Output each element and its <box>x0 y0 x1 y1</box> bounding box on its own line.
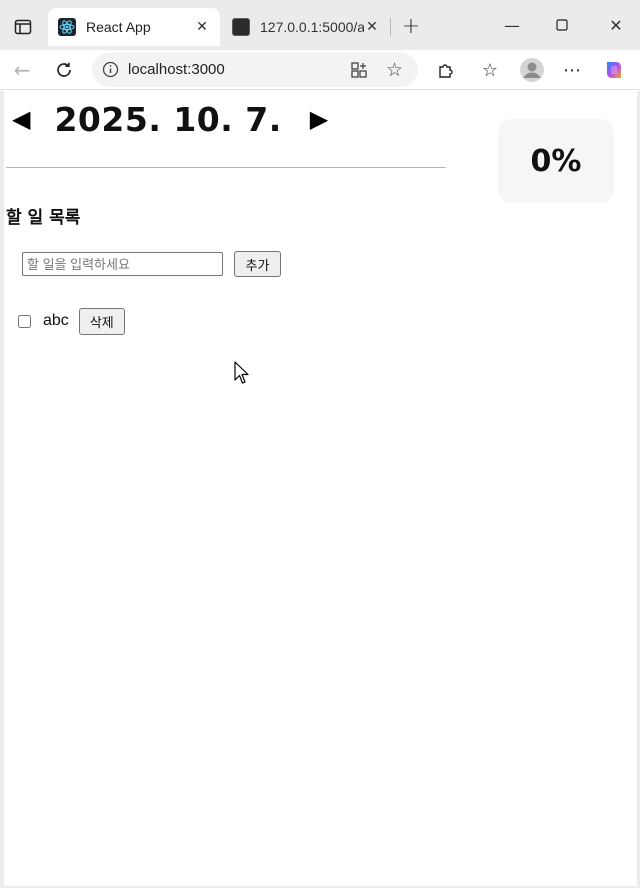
divider <box>6 167 446 168</box>
todo-input[interactable] <box>22 252 223 276</box>
sidebar-toggle-icon[interactable] <box>12 16 34 38</box>
copilot-icon[interactable] <box>600 56 628 84</box>
browser-tab-bar: React App ✕ 127.0.0.1:5000/a ✕ + — ✕ <box>0 0 640 50</box>
current-date: 2025. 10. 7. <box>54 99 282 139</box>
back-icon[interactable]: ← <box>10 58 34 82</box>
date-navigator: ◀ 2025. 10. 7. ▶ <box>12 99 328 139</box>
todo-checkbox[interactable] <box>18 314 31 328</box>
favorite-star-icon[interactable]: ☆ <box>386 59 403 81</box>
profile-avatar[interactable] <box>518 56 546 84</box>
reload-icon[interactable] <box>52 58 76 82</box>
tab-localhost-5000[interactable]: 127.0.0.1:5000/a ✕ <box>222 8 390 46</box>
mouse-cursor-icon <box>234 361 250 389</box>
todo-text: abc <box>43 312 69 329</box>
maximize-icon[interactable] <box>550 14 574 36</box>
tab-divider <box>390 18 391 36</box>
next-day-button[interactable]: ▶ <box>310 105 328 133</box>
completion-rate: 0% <box>498 119 614 203</box>
browser-toolbar: ← localhost:3000 ☆ ☆ ⋯ <box>0 50 640 90</box>
tab-title: 127.0.0.1:5000/a <box>260 19 364 35</box>
react-icon <box>58 18 76 36</box>
more-menu-icon[interactable]: ⋯ <box>560 58 584 82</box>
favorites-icon[interactable]: ☆ <box>478 58 502 82</box>
delete-todo-button[interactable]: 삭제 <box>78 307 125 335</box>
prev-day-button[interactable]: ◀ <box>12 105 30 133</box>
add-todo-button[interactable]: 추가 <box>234 251 281 277</box>
new-tab-icon[interactable]: + <box>400 14 422 39</box>
tab-react-app[interactable]: React App ✕ <box>48 8 220 46</box>
minimize-icon[interactable]: — <box>500 14 524 36</box>
app-available-icon[interactable] <box>350 61 368 83</box>
extensions-icon[interactable] <box>434 58 458 82</box>
close-window-icon[interactable]: ✕ <box>604 14 628 36</box>
site-info-icon[interactable] <box>102 61 119 82</box>
close-tab-icon[interactable]: ✕ <box>194 19 210 35</box>
terminal-icon <box>232 18 250 36</box>
close-tab-icon[interactable]: ✕ <box>364 19 380 35</box>
address-text: localhost:3000 <box>128 61 225 78</box>
todo-item: abc 삭제 <box>18 307 125 335</box>
tab-title: React App <box>86 19 151 35</box>
address-bar[interactable]: localhost:3000 ☆ <box>92 53 418 87</box>
todo-list-heading: 할 일 목록 <box>6 208 81 228</box>
page-viewport: ◀ 2025. 10. 7. ▶ 0% 할 일 목록 추가 abc 삭제 <box>0 91 640 888</box>
